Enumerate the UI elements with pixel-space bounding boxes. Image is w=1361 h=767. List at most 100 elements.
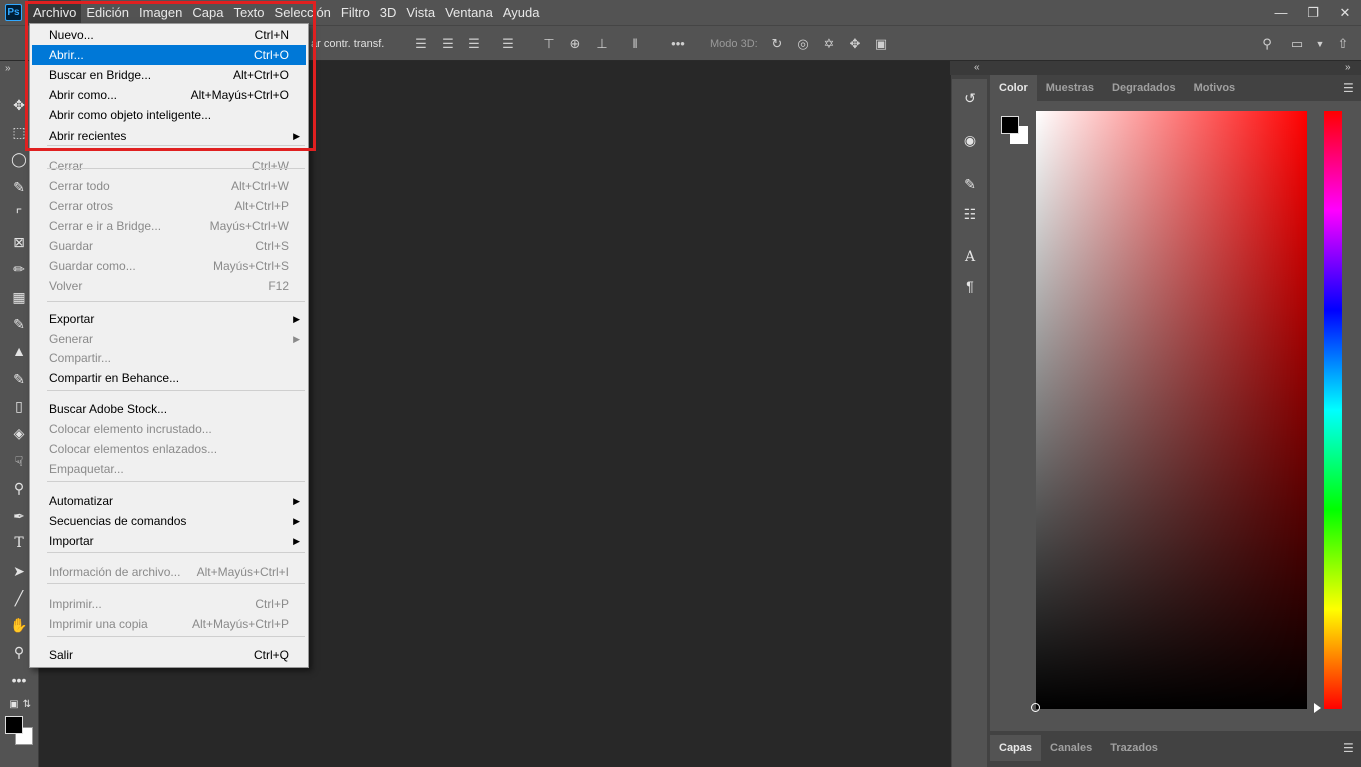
tab-canales[interactable]: Canales xyxy=(1041,735,1101,761)
foreground-color-swatch[interactable] xyxy=(5,716,23,734)
line-tool-icon[interactable]: ╱ xyxy=(9,588,29,608)
menu-item-buscar-adobe-stock[interactable]: Buscar Adobe Stock... xyxy=(32,399,306,419)
lasso-tool-icon[interactable]: ◯ xyxy=(9,149,29,169)
menu-filtro[interactable]: Filtro xyxy=(336,0,375,25)
close-icon[interactable]: ✕ xyxy=(1329,0,1361,25)
menu-item-compartir-en-behance[interactable]: Compartir en Behance... xyxy=(32,368,306,388)
menu-item-información-de-archivo[interactable]: Información de archivo... Alt+Mayús+Ctrl+… xyxy=(32,562,306,582)
tab-motivos[interactable]: Motivos xyxy=(1185,75,1245,101)
restore-icon[interactable]: ❐ xyxy=(1297,0,1329,25)
menu-item-abrir[interactable]: Abrir... Ctrl+O xyxy=(32,45,306,65)
history-brush-tool-icon[interactable]: ✎ xyxy=(9,369,29,389)
marquee-tool-icon[interactable]: ⬚ xyxy=(9,122,29,142)
path-selection-tool-icon[interactable]: ➤ xyxy=(9,561,29,581)
3d-camera-icon[interactable]: ▣ xyxy=(872,35,890,53)
menu-item-colocar-elemento-incrustado[interactable]: Colocar elemento incrustado... xyxy=(32,419,306,439)
menu-item-imprimir[interactable]: Imprimir... Ctrl+P xyxy=(32,594,306,614)
zoom-tool-icon[interactable]: ⚲ xyxy=(9,642,29,662)
3d-pan-icon[interactable]: ✡ xyxy=(820,35,838,53)
menu-vista[interactable]: Vista xyxy=(401,0,440,25)
align-center-icon[interactable]: ☰ xyxy=(439,35,457,53)
chevron-down-icon[interactable]: ▼ xyxy=(1311,35,1329,53)
brush-tool-icon[interactable]: ✎ xyxy=(9,314,29,334)
healing-brush-tool-icon[interactable]: ▦ xyxy=(9,287,29,307)
tab-trazados[interactable]: Trazados xyxy=(1101,735,1167,761)
eraser-tool-icon[interactable]: ▯ xyxy=(9,396,29,416)
character-icon[interactable]: A xyxy=(960,247,980,267)
menu-item-secuencias-de-comandos[interactable]: Secuencias de comandos ▶ xyxy=(32,511,306,531)
menu-item-imprimir-una-copia[interactable]: Imprimir una copia Alt+Mayús+Ctrl+P xyxy=(32,614,306,634)
color-picker-field[interactable] xyxy=(1036,111,1307,709)
tab-color[interactable]: Color xyxy=(990,75,1037,101)
quick-selection-tool-icon[interactable]: ✎ xyxy=(9,177,29,197)
3d-roll-icon[interactable]: ◎ xyxy=(794,35,812,53)
menu-3d[interactable]: 3D xyxy=(375,0,402,25)
menu-item-salir[interactable]: Salir Ctrl+Q xyxy=(32,645,306,665)
paint-bucket-tool-icon[interactable]: ◈ xyxy=(9,423,29,443)
collapse-panels-icon[interactable]: » xyxy=(1345,62,1351,73)
menu-imagen[interactable]: Imagen xyxy=(134,0,187,25)
menu-item-abrir-como[interactable]: Abrir como... Alt+Mayús+Ctrl+O xyxy=(32,85,306,105)
menu-item-exportar[interactable]: Exportar ▶ xyxy=(32,309,306,329)
menu-item-guardar-como[interactable]: Guardar como... Mayús+Ctrl+S xyxy=(32,256,306,276)
menu-item-empaquetar[interactable]: Empaquetar... xyxy=(32,459,306,479)
menu-item-cerrar-todo[interactable]: Cerrar todo Alt+Ctrl+W xyxy=(32,176,306,196)
adjustments-icon[interactable]: ☷ xyxy=(960,204,980,224)
menu-seleccion[interactable]: Selección xyxy=(270,0,336,25)
crop-tool-icon[interactable]: ⌜ xyxy=(9,204,29,224)
move-tool-icon[interactable]: ✥ xyxy=(9,95,29,115)
expand-tools-icon[interactable]: » xyxy=(5,63,11,74)
minimize-icon[interactable]: — xyxy=(1265,0,1297,25)
menu-archivo[interactable]: Archivo xyxy=(28,0,82,25)
color-panel-menu-icon[interactable]: ☰ xyxy=(1343,81,1354,95)
distribute-icon[interactable]: ☰ xyxy=(499,35,517,53)
menu-ayuda[interactable]: Ayuda xyxy=(498,0,545,25)
align-left-icon[interactable]: ☰ xyxy=(412,35,430,53)
collapse-dock-icon[interactable]: « xyxy=(974,62,980,73)
menu-item-nuevo[interactable]: Nuevo... Ctrl+N xyxy=(32,25,306,45)
pen-tool-icon[interactable]: ✒ xyxy=(9,506,29,526)
clone-stamp-tool-icon[interactable]: ▲ xyxy=(9,341,29,361)
align-bottom-icon[interactable]: ⊥ xyxy=(593,35,611,53)
workspace-icon[interactable]: ▭ xyxy=(1288,35,1306,53)
menu-item-volver[interactable]: Volver F12 xyxy=(32,276,306,296)
menu-item-guardar[interactable]: Guardar Ctrl+S xyxy=(32,236,306,256)
tab-capas[interactable]: Capas xyxy=(990,735,1042,761)
menu-edicion[interactable]: Edición xyxy=(81,0,134,25)
hue-slider[interactable] xyxy=(1324,111,1342,709)
frame-tool-icon[interactable]: ⊠ xyxy=(9,232,29,252)
menu-capa[interactable]: Capa xyxy=(187,0,228,25)
history-icon[interactable]: ↺ xyxy=(960,88,980,108)
more-options-icon[interactable]: ••• xyxy=(669,35,687,53)
menu-item-importar[interactable]: Importar ▶ xyxy=(32,531,306,551)
distribute-vertical-icon[interactable]: ‖ xyxy=(626,35,644,53)
layers-panel-menu-icon[interactable]: ☰ xyxy=(1343,741,1354,755)
menu-item-cerrar[interactable]: Cerrar Ctrl+W xyxy=(32,156,306,176)
menu-item-buscar-en-bridge[interactable]: Buscar en Bridge... Alt+Ctrl+O xyxy=(32,65,306,85)
3d-slide-icon[interactable]: ✥ xyxy=(846,35,864,53)
menu-ventana[interactable]: Ventana xyxy=(440,0,498,25)
align-middle-icon[interactable]: ⊕ xyxy=(566,35,584,53)
color-panel-foreground-swatch[interactable] xyxy=(1001,116,1019,134)
menu-item-cerrar-e-ir-a-bridge[interactable]: Cerrar e ir a Bridge... Mayús+Ctrl+W xyxy=(32,216,306,236)
swap-colors-icon[interactable]: ⇅ xyxy=(17,695,37,715)
share-icon[interactable]: ⇧ xyxy=(1334,35,1352,53)
paragraph-icon[interactable]: ¶ xyxy=(960,276,980,296)
menu-item-generar[interactable]: Generar ▶ xyxy=(32,329,306,349)
menu-item-cerrar-otros[interactable]: Cerrar otros Alt+Ctrl+P xyxy=(32,196,306,216)
eyedropper-tool-icon[interactable]: ✏ xyxy=(9,259,29,279)
learn-icon[interactable]: ◉ xyxy=(960,130,980,150)
color-picker-marker[interactable] xyxy=(1031,703,1040,712)
smudge-tool-icon[interactable]: ☟ xyxy=(9,451,29,471)
edit-toolbar-icon[interactable]: ••• xyxy=(9,670,29,690)
menu-texto[interactable]: Texto xyxy=(228,0,269,25)
hand-tool-icon[interactable]: ✋ xyxy=(9,615,29,635)
tab-muestras[interactable]: Muestras xyxy=(1037,75,1103,101)
dodge-tool-icon[interactable]: ⚲ xyxy=(9,478,29,498)
menu-item-compartir[interactable]: Compartir... xyxy=(32,348,306,368)
3d-orbit-icon[interactable]: ↻ xyxy=(768,35,786,53)
align-top-icon[interactable]: ⊤ xyxy=(540,35,558,53)
hue-slider-marker[interactable] xyxy=(1314,703,1321,713)
menu-item-abrir-recientes[interactable]: Abrir recientes ▶ xyxy=(32,126,306,146)
menu-item-colocar-elementos-enlazados[interactable]: Colocar elementos enlazados... xyxy=(32,439,306,459)
